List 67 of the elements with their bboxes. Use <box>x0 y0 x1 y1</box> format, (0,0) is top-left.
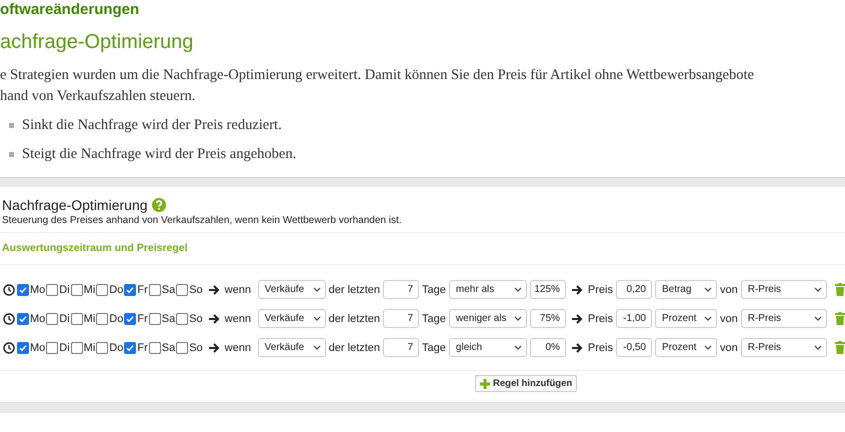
price-label: Preis <box>588 284 613 296</box>
base-label: von <box>720 284 738 296</box>
unit-label: Tage <box>422 312 446 324</box>
input-field[interactable]: 0% <box>530 338 566 357</box>
bullet-text: Sinkt die Nachfrage wird der Preis reduziert. <box>22 117 282 134</box>
checkbox-label: Do <box>109 342 124 354</box>
checkbox-label: Sa <box>162 342 176 354</box>
unit-label: Tage <box>422 342 446 354</box>
dropdown[interactable]: mehr als <box>448 280 527 299</box>
checkbox-label: Do <box>109 312 124 324</box>
base-label: von <box>720 342 738 354</box>
condition-label: wenn <box>224 284 252 296</box>
checkbox-label: Sa <box>162 284 176 296</box>
checkbox-label: Fr <box>137 342 148 354</box>
dropdown[interactable]: R-Preis <box>740 338 827 357</box>
condition-label: wenn <box>224 312 252 324</box>
input-field[interactable]: -0,50 <box>616 338 652 357</box>
input-field[interactable]: 7 <box>383 280 420 299</box>
checkbox-label: Mi <box>84 284 96 296</box>
dropdown[interactable]: weniger als <box>448 309 527 328</box>
dropdown[interactable]: Verkäufe <box>258 309 326 328</box>
checkbox-label: Mi <box>84 312 96 324</box>
checkbox-label: So <box>189 284 203 296</box>
dropdown[interactable]: gleich <box>448 338 527 357</box>
checkbox-label: Di <box>59 284 70 296</box>
section-heading: oftwareänderungen <box>0 1 140 20</box>
checkbox-label: Mo <box>30 312 46 324</box>
condition-label: wenn <box>224 342 252 354</box>
input-field[interactable]: 75% <box>530 309 566 328</box>
intro-text: e Strategien wurden um die Nachfrage-Optimierung erweitert. Damit können Sie den Preis für Artikel ohne Wettbewerbsangebote <box>0 66 755 85</box>
checkbox-label: Di <box>59 342 70 354</box>
input-field[interactable]: -1,00 <box>616 309 652 328</box>
section-title: Auswertungszeitraum und Preisregel <box>2 242 188 254</box>
checkbox-label: So <box>189 312 203 324</box>
checkbox-label: Mo <box>30 342 46 354</box>
input-field[interactable]: 125% <box>530 280 566 299</box>
unit-label: Tage <box>422 284 446 296</box>
dropdown[interactable]: Verkäufe <box>258 280 326 299</box>
dropdown[interactable]: Prozent <box>654 338 717 357</box>
price-label: Preis <box>588 312 613 324</box>
bullet-text: Steigt die Nachfrage wird der Preis angehoben. <box>22 146 296 163</box>
page-heading: achfrage-Optimierung <box>0 31 194 55</box>
dropdown[interactable]: Betrag <box>654 280 717 299</box>
intro-text: hand von Verkaufszahlen steuern. <box>0 87 196 106</box>
checkbox-label: Fr <box>137 284 148 296</box>
checkbox-label: Mi <box>84 342 96 354</box>
input-field[interactable]: 0,20 <box>616 280 652 299</box>
period-label: der letzten <box>328 312 380 324</box>
dropdown[interactable]: Verkäufe <box>258 338 326 357</box>
price-label: Preis <box>588 342 613 354</box>
dropdown[interactable]: Prozent <box>654 309 717 328</box>
card-title: Nachfrage-Optimierung <box>2 197 148 213</box>
checkbox-label: Do <box>109 284 124 296</box>
checkbox-label: Mo <box>30 284 46 296</box>
input-field[interactable]: 7 <box>383 309 420 328</box>
input-field[interactable]: 7 <box>383 338 420 357</box>
checkbox-label: Di <box>59 312 70 324</box>
dropdown[interactable]: R-Preis <box>740 309 827 328</box>
add-rule-button[interactable]: Regel hinzufügen <box>475 375 578 392</box>
checkbox-label: So <box>189 342 203 354</box>
card-subtitle: Steuerung des Preises anhand von Verkaufszahlen, wenn kein Wettbewerb vorhanden ist. <box>0 213 845 233</box>
period-label: der letzten <box>328 284 380 296</box>
period-label: der letzten <box>328 342 380 354</box>
checkbox-label: Sa <box>162 312 176 324</box>
dropdown[interactable]: R-Preis <box>740 280 827 299</box>
checkbox-label: Fr <box>137 312 148 324</box>
base-label: von <box>720 312 738 324</box>
